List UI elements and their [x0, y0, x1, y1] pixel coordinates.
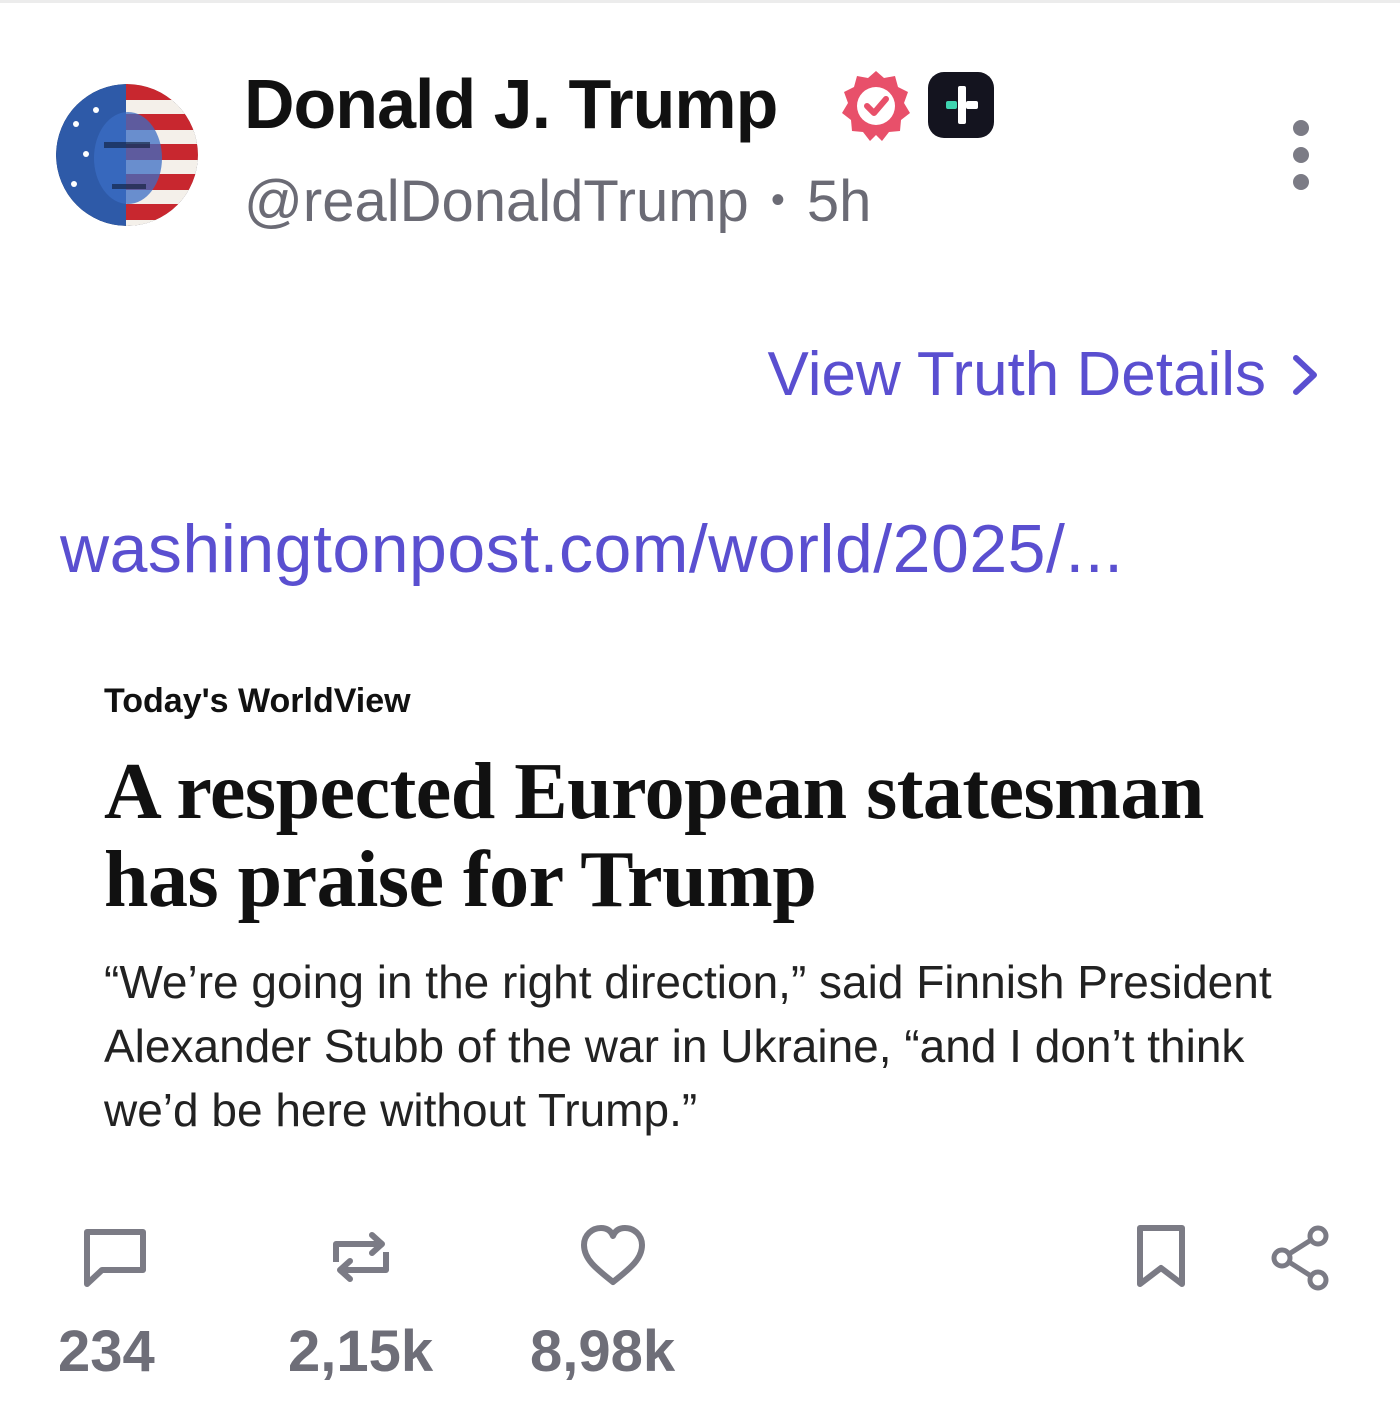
- article-dek: “We’re going in the right direction,” sa…: [104, 956, 1272, 1136]
- heart-icon: [581, 1225, 645, 1285]
- top-divider: [0, 0, 1400, 3]
- chevron-right-icon: [1293, 355, 1317, 395]
- article-url-link[interactable]: washingtonpost.com/world/2025/...: [60, 508, 1124, 590]
- bookmark-button[interactable]: [1126, 1222, 1196, 1292]
- like-count: 8,98k: [530, 1319, 676, 1384]
- share-icon: [1271, 1225, 1329, 1291]
- display-name[interactable]: Donald J. Trump: [244, 62, 778, 146]
- like-button[interactable]: [578, 1222, 648, 1292]
- reply-button[interactable]: [80, 1222, 150, 1292]
- view-truth-details-link[interactable]: View Truth Details: [767, 338, 1320, 412]
- more-dot-icon: [1293, 147, 1309, 163]
- article-kicker: Today's WorldView: [104, 682, 411, 720]
- retruth-button[interactable]: [326, 1222, 396, 1292]
- avatar[interactable]: [56, 84, 198, 226]
- more-dot-icon: [1293, 174, 1309, 190]
- more-dot-icon: [1293, 120, 1309, 136]
- post-timestamp[interactable]: 5h: [807, 169, 872, 234]
- share-button[interactable]: [1266, 1222, 1336, 1292]
- author-handle[interactable]: @realDonaldTrump: [244, 169, 749, 234]
- article-headline[interactable]: A respected European statesman has prais…: [104, 748, 1304, 924]
- comment-icon: [84, 1229, 146, 1287]
- author-meta: @realDonaldTrump • 5h: [244, 166, 871, 244]
- truth-plus-badge-icon: [926, 70, 996, 140]
- verified-badge-icon: [838, 68, 914, 144]
- meta-separator: •: [770, 178, 785, 222]
- avatar-image: [56, 84, 198, 226]
- reply-count: 234: [58, 1319, 155, 1384]
- more-options-button[interactable]: [1282, 120, 1320, 190]
- retruth-count: 2,15k: [288, 1319, 434, 1384]
- retruth-icon: [333, 1232, 389, 1282]
- view-truth-details-label: View Truth Details: [767, 340, 1266, 409]
- bookmark-icon: [1137, 1225, 1185, 1287]
